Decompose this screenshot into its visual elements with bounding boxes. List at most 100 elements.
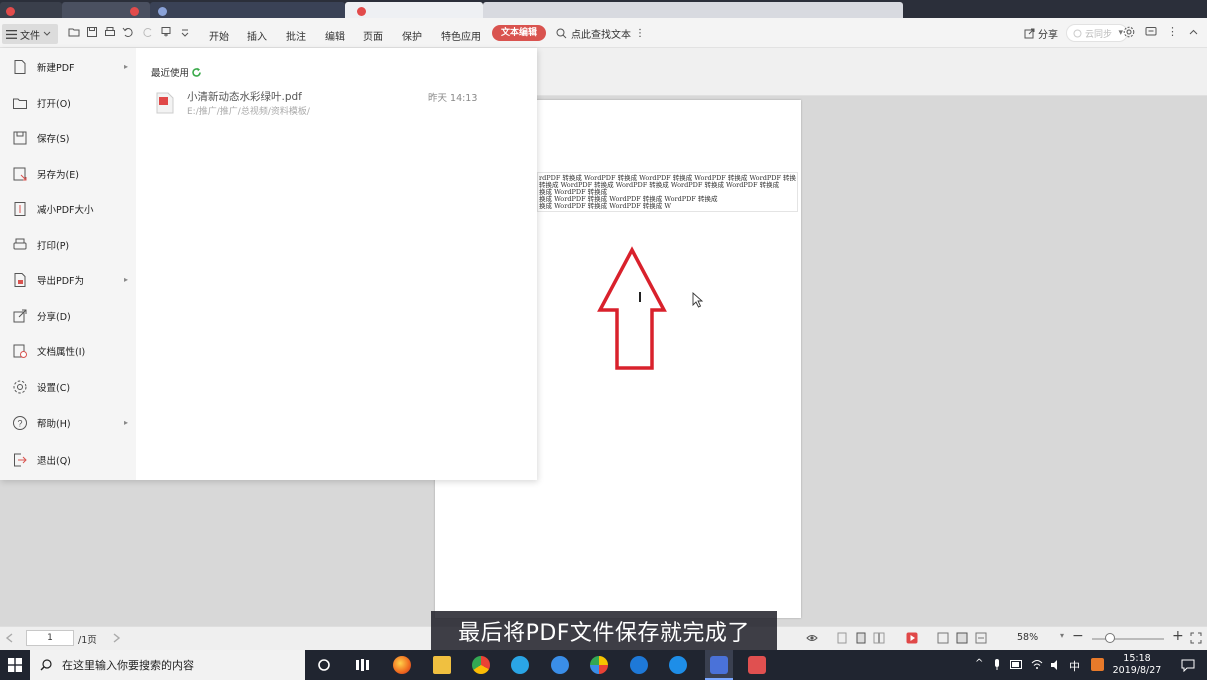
share-icon <box>1024 28 1035 39</box>
file-menu-button[interactable]: 文件 <box>2 24 58 44</box>
main-toolbar: 文件 开始 插入 批注 编辑 页面 保护 特色应用 文本编辑 点此查找文本 ⋮ … <box>0 18 1207 48</box>
search-icon <box>40 659 52 671</box>
two-page-view-icon[interactable] <box>873 632 885 644</box>
start-button[interactable] <box>0 650 30 680</box>
menu-item-help[interactable]: ? 帮助(H) ▸ <box>0 408 136 438</box>
cloud-sync-button[interactable]: 云同步 ▾ <box>1066 24 1128 42</box>
tab-comment[interactable]: 批注 <box>286 28 306 43</box>
microphone-icon[interactable] <box>993 659 1001 671</box>
wps-icon <box>710 656 728 674</box>
wps-pdf-icon[interactable] <box>748 656 766 674</box>
zoom-slider[interactable] <box>1092 638 1164 640</box>
quick-access-dropdown-icon[interactable] <box>180 26 190 38</box>
zoom-in-icon[interactable]: + <box>1172 628 1184 644</box>
redo-icon[interactable] <box>142 26 154 38</box>
tab-protect[interactable]: 保护 <box>402 28 422 43</box>
file-explorer-icon[interactable] <box>433 656 451 674</box>
next-page-icon[interactable] <box>110 632 122 644</box>
chevron-down-icon[interactable]: ▾ <box>1060 631 1064 640</box>
zoom-out-icon[interactable]: − <box>1072 628 1084 644</box>
notification-icon[interactable] <box>1181 659 1195 672</box>
help-icon: ? <box>13 416 27 430</box>
taskbar-search[interactable]: 在这里输入你要搜索的内容 <box>30 650 305 680</box>
ie-icon[interactable] <box>669 656 687 674</box>
menu-item-properties[interactable]: 文档属性(I) <box>0 336 136 366</box>
tab-page[interactable]: 页面 <box>363 28 383 43</box>
fit-page-icon[interactable] <box>956 632 968 644</box>
save-icon <box>13 131 27 145</box>
taskbar-active-app[interactable] <box>705 650 733 680</box>
browser-tab[interactable] <box>62 2 150 18</box>
photos-icon[interactable] <box>590 656 608 674</box>
volume-icon[interactable] <box>1050 659 1062 671</box>
text-box[interactable]: rdPDF 转换成 WordPDF 转换成 WordPDF 转换成 WordPD… <box>537 172 798 212</box>
print-icon[interactable] <box>104 26 116 38</box>
tab-edit[interactable]: 编辑 <box>325 28 345 43</box>
gear-icon[interactable] <box>1123 26 1135 38</box>
video-subtitle: 最后将PDF文件保存就完成了 <box>431 611 777 651</box>
actual-size-icon[interactable] <box>937 632 949 644</box>
find-text-label: 点此查找文本 <box>571 30 631 41</box>
task-view-icon[interactable] <box>355 658 370 672</box>
sync-icon <box>1073 29 1082 37</box>
open-folder-icon[interactable] <box>68 26 80 38</box>
firefox-icon[interactable] <box>393 656 411 674</box>
chrome-icon[interactable] <box>472 656 490 674</box>
svg-text:?: ? <box>17 419 22 429</box>
battery-icon[interactable] <box>1010 660 1024 669</box>
edge-icon[interactable] <box>630 656 648 674</box>
fullscreen-icon[interactable] <box>1190 632 1202 644</box>
tab-special-apps[interactable]: 特色应用 <box>441 28 481 43</box>
browser-tab[interactable] <box>150 2 345 18</box>
play-icon[interactable] <box>906 632 918 644</box>
share-button[interactable]: 分享 <box>1024 26 1058 41</box>
refresh-icon[interactable] <box>191 67 202 78</box>
browser-tab[interactable] <box>483 2 903 18</box>
menu-item-save[interactable]: 保存(S) <box>0 123 136 153</box>
undo-icon[interactable] <box>122 26 134 38</box>
more-vertical-icon[interactable]: ⋮ <box>635 28 645 39</box>
cortana-icon[interactable] <box>317 658 331 672</box>
menu-item-label: 帮助(H) <box>37 419 71 430</box>
browser-tab[interactable] <box>0 2 62 18</box>
browser-icon[interactable] <box>551 656 569 674</box>
sogou-ime-icon[interactable] <box>1091 658 1104 671</box>
continuous-view-icon[interactable] <box>855 632 867 644</box>
hamburger-icon <box>6 29 17 39</box>
find-text-button[interactable]: 点此查找文本 ⋮ <box>556 26 645 41</box>
fit-width-icon[interactable] <box>975 632 987 644</box>
wifi-icon[interactable] <box>1031 659 1043 670</box>
menu-item-compress[interactable]: 减小PDF大小 <box>0 194 136 224</box>
menu-item-save-as[interactable]: 另存为(E) <box>0 159 136 189</box>
zoom-slider-thumb[interactable] <box>1105 633 1116 643</box>
eye-icon[interactable] <box>806 632 818 644</box>
menu-item-settings[interactable]: 设置(C) <box>0 372 136 402</box>
tab-start[interactable]: 开始 <box>209 28 229 43</box>
system-clock[interactable]: 15:18 2019/8/27 <box>1112 653 1162 677</box>
format-icon[interactable] <box>160 26 172 38</box>
menu-item-label: 打开(O) <box>37 99 71 110</box>
recent-file-path: E:/推广/推广/总视频/资料模板/ <box>187 107 310 117</box>
browser-tab-active[interactable] <box>345 2 483 18</box>
chevron-up-icon[interactable]: ^ <box>975 658 983 669</box>
zoom-level[interactable]: 58% <box>1017 632 1038 643</box>
tab-insert[interactable]: 插入 <box>247 28 267 43</box>
single-page-view-icon[interactable] <box>836 632 848 644</box>
tab-text-edit[interactable]: 文本编辑 <box>492 25 546 41</box>
prev-page-icon[interactable] <box>4 632 16 644</box>
qq-browser-icon[interactable] <box>511 656 529 674</box>
menu-item-share[interactable]: 分享(D) <box>0 301 136 331</box>
menu-item-open[interactable]: 打开(O) <box>0 88 136 118</box>
feedback-icon[interactable] <box>1145 26 1157 38</box>
menu-item-label: 减小PDF大小 <box>37 205 94 216</box>
menu-item-print[interactable]: 打印(P) <box>0 230 136 260</box>
ime-indicator[interactable]: 中 <box>1069 658 1080 674</box>
menu-item-exit[interactable]: 退出(Q) <box>0 445 136 475</box>
page-number-input[interactable]: 1 <box>26 630 74 646</box>
chevron-up-icon[interactable] <box>1188 26 1199 38</box>
more-vertical-icon[interactable]: ⋮ <box>1167 26 1178 38</box>
menu-item-new-pdf[interactable]: 新建PDF ▸ <box>0 52 136 82</box>
save-icon[interactable] <box>86 26 98 38</box>
menu-item-export[interactable]: 导出PDF为 ▸ <box>0 265 136 295</box>
recent-file-item[interactable]: 小清新动态水彩绿叶.pdf E:/推广/推广/总视频/资料模板/ 昨天 14:1… <box>156 88 486 118</box>
